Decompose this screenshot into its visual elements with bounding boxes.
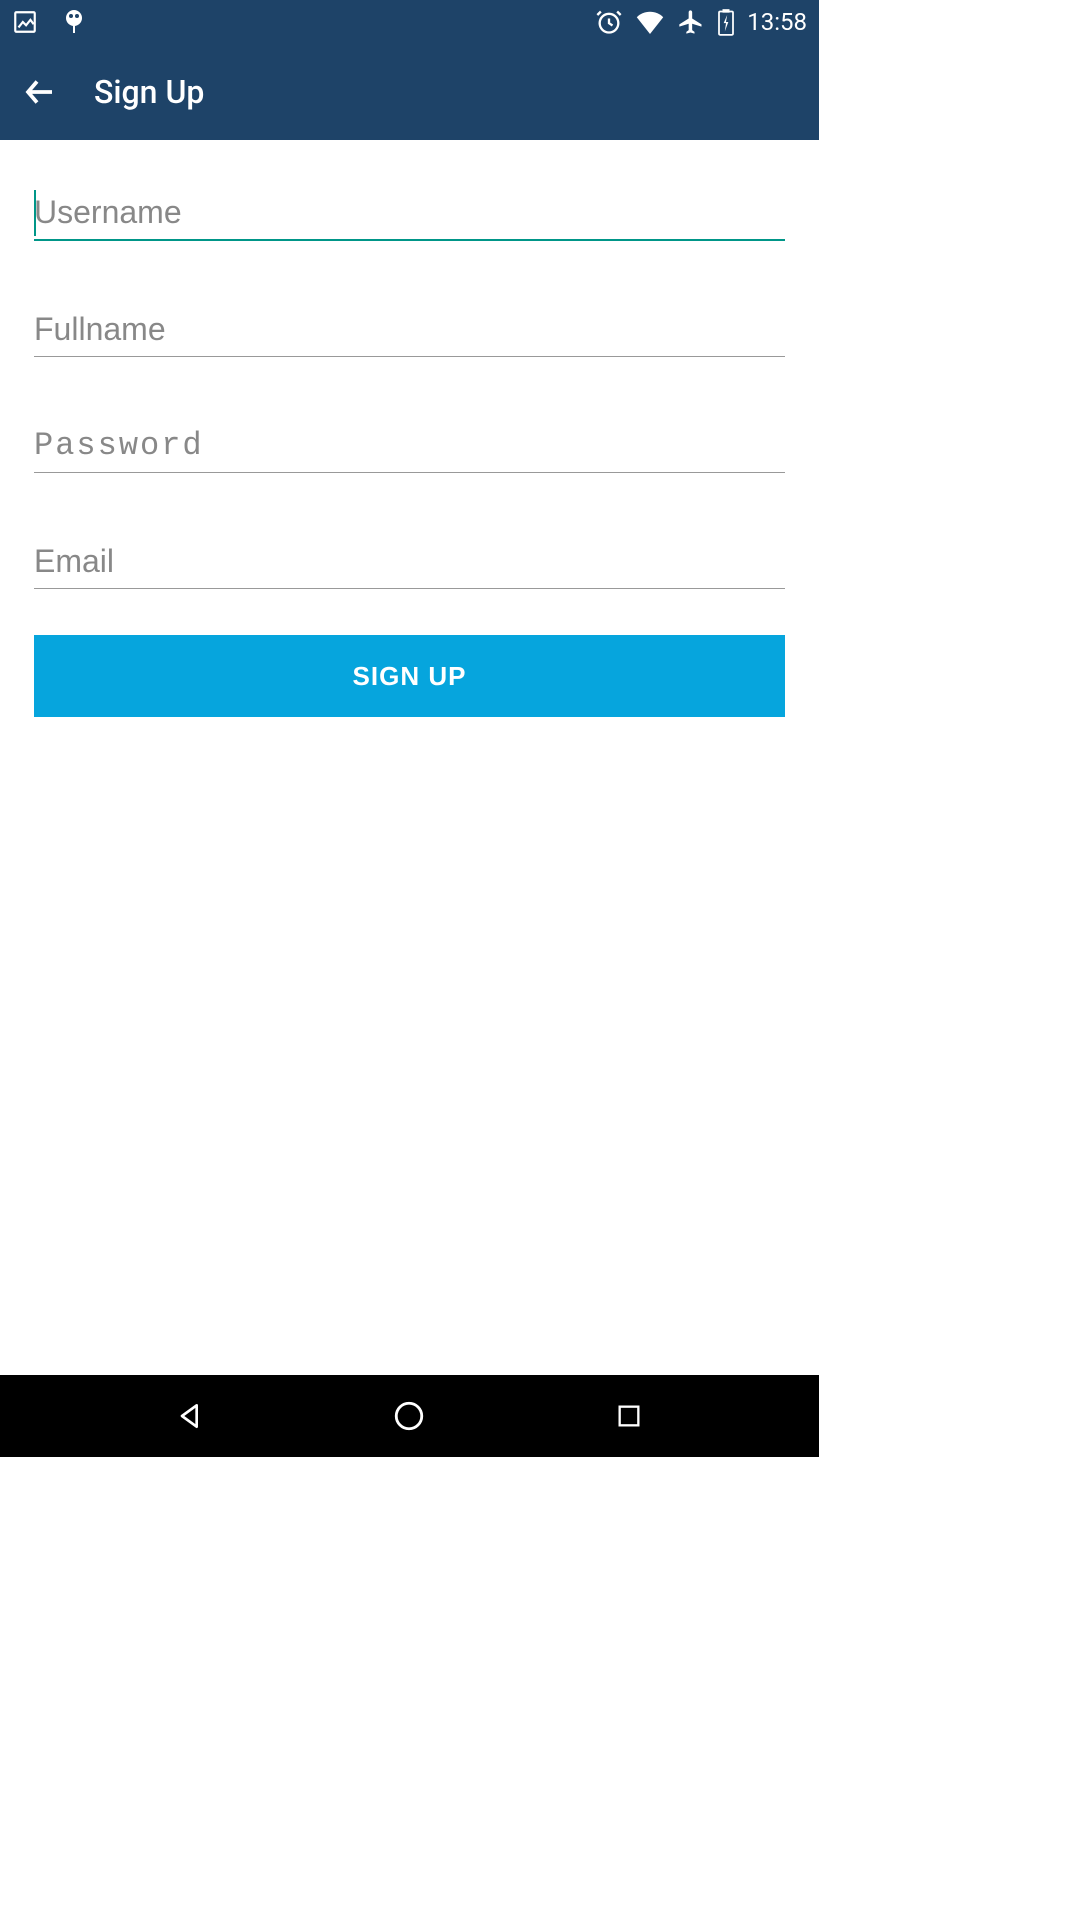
- wifi-icon: [635, 10, 665, 34]
- circle-home-icon: [392, 1399, 426, 1433]
- signup-button[interactable]: SIGN UP: [34, 635, 785, 717]
- fullname-wrapper: [34, 297, 785, 357]
- nav-home-button[interactable]: [384, 1391, 434, 1441]
- battery-charging-icon: [717, 8, 735, 36]
- alarm-icon: [595, 8, 623, 36]
- nav-back-button[interactable]: [165, 1391, 215, 1441]
- app-bar: Sign Up: [0, 43, 819, 140]
- arrow-left-icon: [22, 74, 58, 110]
- fullname-input[interactable]: [34, 297, 785, 357]
- email-wrapper: [34, 529, 785, 589]
- password-input[interactable]: [34, 413, 785, 473]
- nav-recent-button[interactable]: [604, 1391, 654, 1441]
- status-left: [12, 8, 86, 36]
- back-button[interactable]: [20, 72, 60, 112]
- page-title: Sign Up: [94, 73, 204, 111]
- navigation-bar: [0, 1375, 819, 1457]
- status-time: 13:58: [747, 8, 807, 36]
- username-input[interactable]: [34, 180, 785, 241]
- signup-form: SIGN UP: [0, 140, 819, 717]
- status-right: 13:58: [595, 8, 807, 36]
- debug-icon: [62, 8, 86, 36]
- text-cursor: [34, 190, 36, 236]
- square-recent-icon: [615, 1402, 643, 1430]
- username-wrapper: [34, 180, 785, 241]
- status-bar: 13:58: [0, 0, 819, 43]
- airplane-icon: [677, 8, 705, 36]
- email-input[interactable]: [34, 529, 785, 589]
- triangle-back-icon: [174, 1400, 206, 1432]
- picture-icon: [12, 9, 38, 35]
- password-wrapper: [34, 413, 785, 473]
